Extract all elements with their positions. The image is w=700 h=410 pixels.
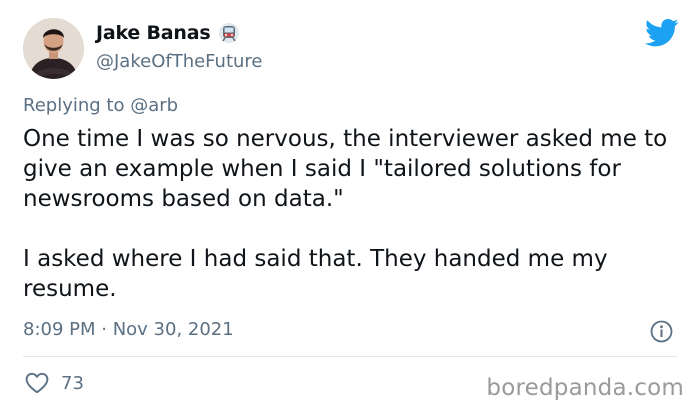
reply-mention-link[interactable]: @arb — [130, 95, 178, 116]
divider — [23, 356, 677, 357]
like-count: 73 — [61, 372, 84, 394]
info-icon[interactable] — [650, 320, 673, 343]
author-handle[interactable]: @JakeOfTheFuture — [96, 51, 263, 72]
author-display-name[interactable]: Jake Banas — [96, 22, 211, 44]
avatar[interactable] — [23, 18, 84, 79]
reply-context: Replying to @arb — [23, 95, 178, 116]
tweet-text: One time I was so nervous, the interview… — [23, 124, 683, 304]
tweet-timestamp[interactable]: 8:09 PM · Nov 30, 2021 — [23, 319, 234, 340]
like-button[interactable]: 73 — [25, 372, 84, 394]
reply-context-prefix: Replying to — [23, 95, 125, 116]
author-name-row: Jake Banas — [96, 22, 240, 44]
train-emoji-icon — [218, 22, 240, 44]
tweet-paragraph-2: I asked where I had said that. They hand… — [23, 246, 608, 302]
tweet-paragraph-1: One time I was so nervous, the interview… — [23, 126, 668, 212]
heart-icon — [25, 372, 49, 394]
watermark: boredpanda.com — [486, 375, 684, 401]
twitter-bird-icon[interactable] — [645, 18, 679, 48]
tweet-card: Jake Banas @JakeOfTheFuture Replying to … — [0, 0, 700, 410]
